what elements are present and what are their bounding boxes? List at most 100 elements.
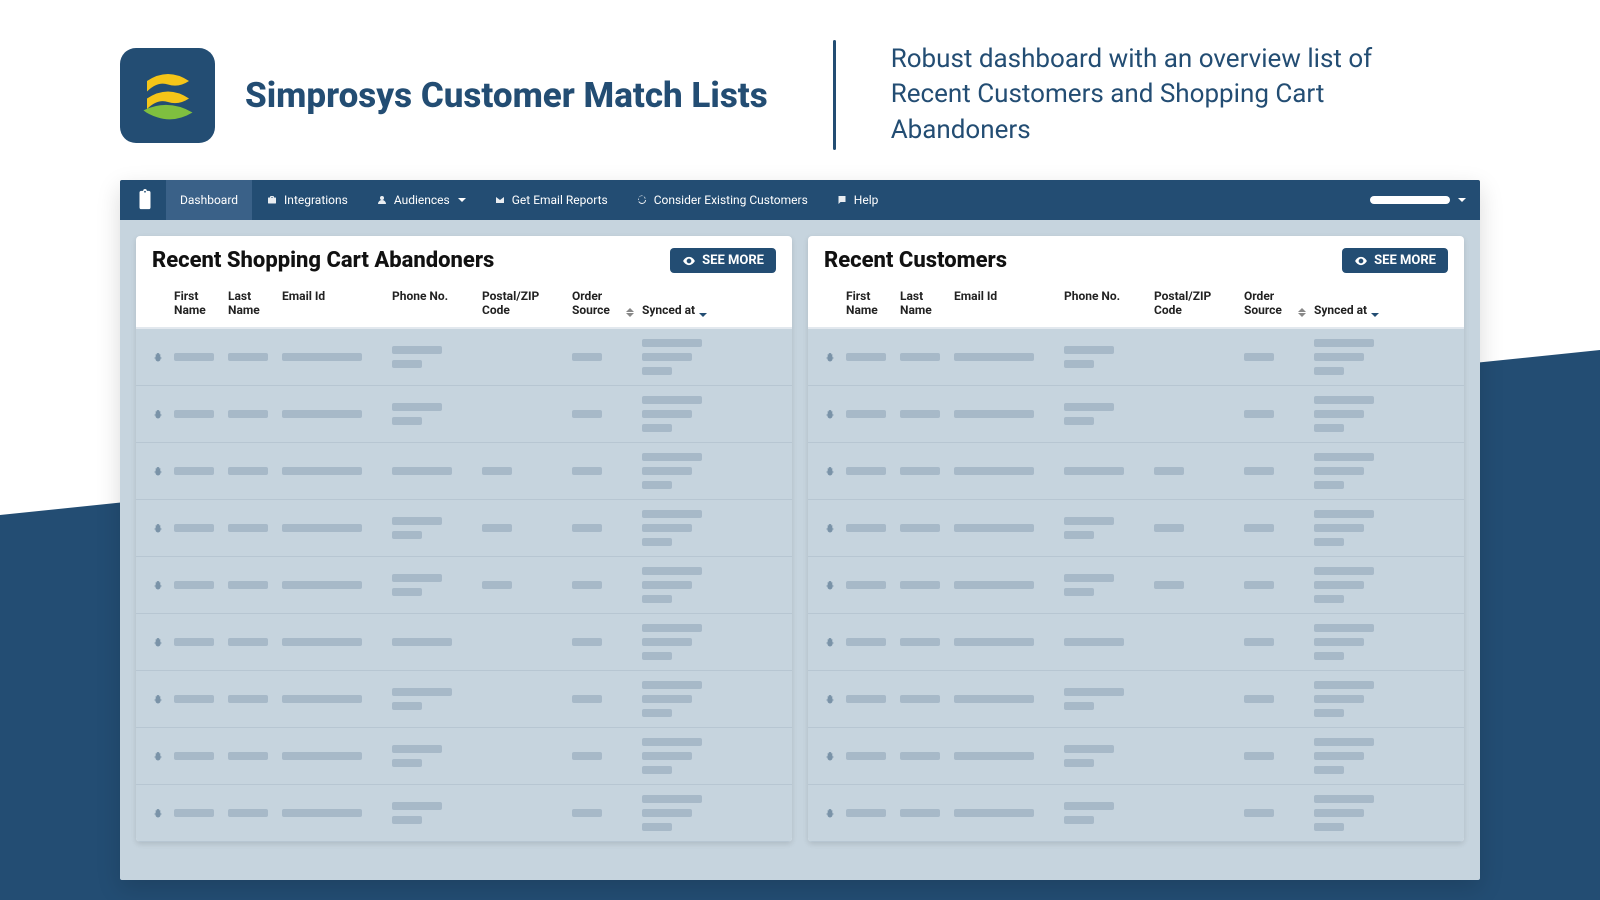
placeholder: [572, 467, 602, 475]
col-synced-at[interactable]: Synced at: [642, 289, 776, 317]
placeholder: [282, 353, 362, 361]
row-bug-icon: [152, 405, 174, 424]
sort-icon: [1298, 308, 1306, 317]
placeholder: [642, 538, 672, 546]
row-bug-icon: [152, 348, 174, 367]
col-email[interactable]: Email Id: [282, 289, 392, 317]
row-bug-icon: [824, 519, 846, 538]
mail-icon: [494, 194, 506, 206]
placeholder: [174, 695, 214, 703]
nav-audiences[interactable]: Audiences: [362, 180, 480, 220]
nav-consider-existing[interactable]: Consider Existing Customers: [622, 180, 822, 220]
placeholder: [1064, 467, 1124, 475]
col-last-name[interactable]: Last Name: [900, 289, 954, 317]
placeholder: [846, 410, 886, 418]
placeholder: [1314, 453, 1374, 461]
placeholder: [1244, 809, 1274, 817]
col-order-source[interactable]: Order Source: [1244, 289, 1314, 317]
placeholder: [282, 752, 362, 760]
briefcase-icon: [266, 194, 278, 206]
col-first-name[interactable]: First Name: [174, 289, 228, 317]
nav-account-menu[interactable]: [1370, 196, 1466, 204]
placeholder: [642, 339, 702, 347]
table-row: [136, 614, 792, 671]
placeholder: [1314, 624, 1374, 632]
brand-logo: [120, 48, 215, 143]
see-more-abandoners-button[interactable]: SEE MORE: [670, 248, 776, 273]
placeholder: [572, 524, 602, 532]
row-bug-icon: [152, 690, 174, 709]
col-order-source[interactable]: Order Source: [572, 289, 642, 317]
placeholder: [392, 638, 452, 646]
placeholder: [1314, 538, 1344, 546]
placeholder: [392, 802, 442, 810]
placeholder: [954, 467, 1034, 475]
placeholder: [1314, 353, 1364, 361]
row-bug-icon: [152, 462, 174, 481]
brand-logo-icon: [133, 60, 203, 130]
placeholder: [1064, 346, 1114, 354]
placeholder: [282, 809, 362, 817]
col-synced-at[interactable]: Synced at: [1314, 289, 1448, 317]
placeholder: [846, 467, 886, 475]
table-row: [136, 671, 792, 728]
nav-dashboard[interactable]: Dashboard: [166, 180, 252, 220]
placeholder: [1244, 638, 1274, 646]
placeholder: [482, 467, 512, 475]
placeholder: [642, 581, 692, 589]
nav-help[interactable]: Help: [822, 180, 893, 220]
col-zip[interactable]: Postal/ZIP Code: [1154, 289, 1244, 317]
placeholder: [1064, 688, 1124, 696]
people-icon: [376, 194, 388, 206]
placeholder: [1314, 424, 1344, 432]
col-email[interactable]: Email Id: [954, 289, 1064, 317]
see-more-customers-button[interactable]: SEE MORE: [1342, 248, 1448, 273]
col-zip[interactable]: Postal/ZIP Code: [482, 289, 572, 317]
placeholder: [846, 353, 886, 361]
placeholder: [572, 581, 602, 589]
panel-abandoners: Recent Shopping Cart Abandoners SEE MORE…: [136, 236, 792, 842]
nav-integrations[interactable]: Integrations: [252, 180, 362, 220]
placeholder: [228, 695, 268, 703]
nav-dashboard-label: Dashboard: [180, 193, 238, 207]
placeholder: [954, 353, 1034, 361]
placeholder: [642, 738, 702, 746]
placeholder: [572, 410, 602, 418]
placeholder: [642, 823, 672, 831]
placeholder: [174, 752, 214, 760]
placeholder: [174, 809, 214, 817]
placeholder: [900, 410, 940, 418]
placeholder: [1064, 517, 1114, 525]
col-phone[interactable]: Phone No.: [1064, 289, 1154, 317]
row-bug-icon: [824, 405, 846, 424]
placeholder: [1244, 752, 1274, 760]
placeholder: [1154, 524, 1184, 532]
nav-audiences-label: Audiences: [394, 193, 450, 207]
placeholder: [482, 581, 512, 589]
account-name-placeholder: [1370, 196, 1450, 204]
col-phone[interactable]: Phone No.: [392, 289, 482, 317]
placeholder: [228, 524, 268, 532]
placeholder: [642, 638, 692, 646]
placeholder: [846, 581, 886, 589]
placeholder: [228, 638, 268, 646]
placeholder: [228, 410, 268, 418]
placeholder: [228, 467, 268, 475]
col-last-name[interactable]: Last Name: [228, 289, 282, 317]
placeholder: [392, 360, 422, 368]
placeholder: [1064, 531, 1094, 539]
nav-help-label: Help: [854, 193, 879, 207]
nav-get-email-reports[interactable]: Get Email Reports: [480, 180, 622, 220]
placeholder: [1064, 588, 1094, 596]
customers-table-body: [808, 329, 1464, 842]
col-first-name[interactable]: First Name: [846, 289, 900, 317]
table-row: [808, 500, 1464, 557]
refresh-icon: [636, 194, 648, 206]
placeholder: [1154, 467, 1184, 475]
placeholder: [1314, 681, 1374, 689]
placeholder: [846, 524, 886, 532]
placeholder: [228, 752, 268, 760]
table-row: [136, 500, 792, 557]
nav-consider-existing-label: Consider Existing Customers: [654, 193, 808, 207]
table-row: [808, 671, 1464, 728]
